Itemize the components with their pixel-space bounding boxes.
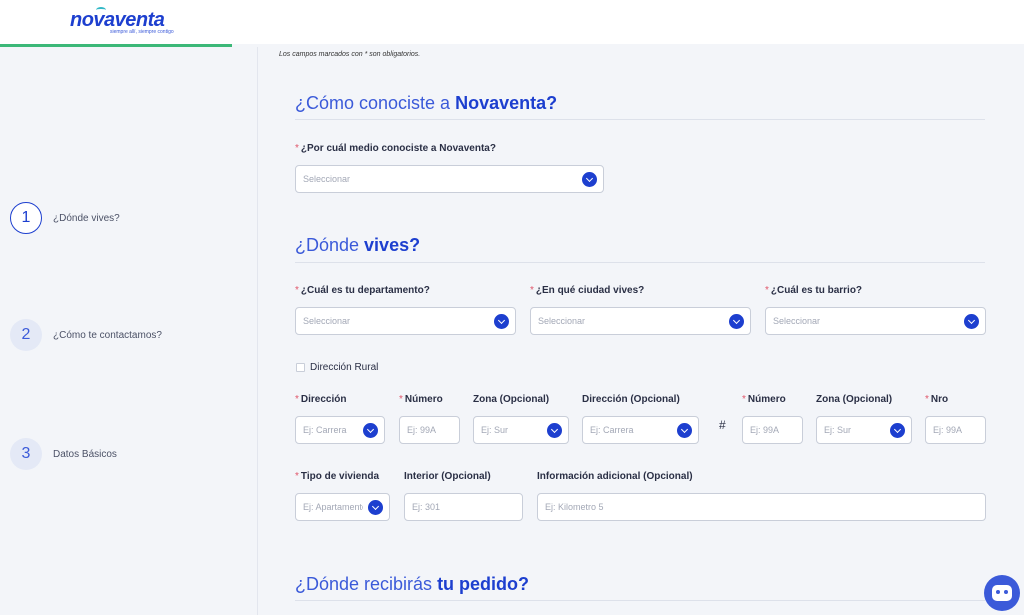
- section-title-receive: ¿Dónde recibirás tu pedido?: [295, 574, 529, 595]
- hash-separator: #: [719, 418, 726, 432]
- numero2-input[interactable]: Ej: 99A: [742, 416, 803, 444]
- select-placeholder: Seleccionar: [303, 174, 351, 184]
- rural-label: Dirección Rural: [310, 362, 379, 373]
- direccion-opcional-label: Dirección (Opcional): [582, 394, 680, 405]
- step-number: 1: [10, 202, 42, 234]
- departamento-select[interactable]: Seleccionar: [295, 307, 516, 335]
- required-note: Los campos marcados con * son obligatori…: [279, 51, 421, 58]
- section-title-bold: vives?: [364, 235, 421, 255]
- rural-checkbox[interactable]: [296, 363, 305, 372]
- select-placeholder: Ej: Apartamento: [303, 502, 363, 512]
- step-label: Datos Básicos: [53, 448, 117, 460]
- input-placeholder: Ej: 301: [412, 502, 441, 512]
- input-placeholder: Ej: 99A: [933, 425, 963, 435]
- chevron-down-icon: [368, 500, 383, 515]
- medio-select[interactable]: Seleccionar: [295, 165, 604, 193]
- robot-icon: [992, 585, 1012, 601]
- step-number: 3: [10, 438, 42, 470]
- direccion-opcional-select[interactable]: Ej: Carrera: [582, 416, 699, 444]
- chevron-down-icon: [729, 314, 744, 329]
- select-placeholder: Seleccionar: [538, 316, 586, 326]
- logo-tagline: siempre allí, siempre contigo: [110, 29, 174, 35]
- ciudad-label: * ¿En qué ciudad vives?: [530, 285, 645, 296]
- tipo-vivienda-label: * Tipo de vivienda: [295, 471, 380, 482]
- section-title-light: ¿Dónde: [295, 235, 365, 255]
- form-main: Los campos marcados con * son obligatori…: [259, 44, 1024, 615]
- barrio-select[interactable]: Seleccionar: [765, 307, 986, 335]
- chevron-down-icon: [363, 423, 378, 438]
- interior-input[interactable]: Ej: 301: [404, 493, 523, 521]
- medio-label: * ¿Por cuál medio conociste a Novaventa?: [295, 143, 496, 154]
- chevron-down-icon: [964, 314, 979, 329]
- direccion-label: * Dirección: [295, 394, 347, 405]
- chevron-down-icon: [677, 423, 692, 438]
- steps-sidebar: 1 ¿Dónde vives? 2 ¿Cómo te contactamos? …: [0, 47, 258, 615]
- select-placeholder: Seleccionar: [773, 316, 821, 326]
- zona-label: Zona (Opcional): [473, 394, 550, 405]
- step-number: 2: [10, 319, 42, 351]
- chevron-down-icon: [494, 314, 509, 329]
- section-divider: [295, 119, 985, 120]
- select-placeholder: Ej: Sur: [481, 425, 509, 435]
- top-header: novaventa siempre allí, siempre contigo: [0, 0, 1024, 44]
- direccion-select[interactable]: Ej: Carrera: [295, 416, 385, 444]
- numero-label: * Número: [399, 394, 443, 405]
- step-2[interactable]: 2 ¿Cómo te contactamos?: [10, 319, 162, 351]
- interior-label: Interior (Opcional): [404, 471, 491, 482]
- nro-label: * Nro: [925, 394, 949, 405]
- select-placeholder: Ej: Carrera: [303, 425, 347, 435]
- section-title-light: ¿Cómo conociste a: [295, 93, 456, 113]
- step-3[interactable]: 3 Datos Básicos: [10, 438, 117, 470]
- info-adicional-label: Información adicional (Opcional): [537, 471, 693, 482]
- chatbot-button[interactable]: [984, 575, 1020, 611]
- section-divider: [295, 600, 985, 601]
- chevron-down-icon: [582, 172, 597, 187]
- chevron-down-icon: [890, 423, 905, 438]
- barrio-label: * ¿Cuál es tu barrio?: [765, 285, 863, 296]
- departamento-label: * ¿Cuál es tu departamento?: [295, 285, 430, 296]
- nro-input[interactable]: Ej: 99A: [925, 416, 986, 444]
- section-title-bold: tu pedido?: [437, 574, 530, 594]
- select-placeholder: Ej: Carrera: [590, 425, 634, 435]
- section-title-bold: Novaventa?: [455, 93, 558, 113]
- novaventa-logo[interactable]: novaventa siempre allí, siempre contigo: [70, 7, 174, 35]
- input-placeholder: Ej: 99A: [407, 425, 437, 435]
- section-title-how-known: ¿Cómo conociste a Novaventa?: [295, 93, 557, 114]
- zona-select[interactable]: Ej: Sur: [473, 416, 569, 444]
- ciudad-select[interactable]: Seleccionar: [530, 307, 751, 335]
- select-placeholder: Seleccionar: [303, 316, 351, 326]
- zona2-label: Zona (Opcional): [816, 394, 893, 405]
- zona2-select[interactable]: Ej: Sur: [816, 416, 912, 444]
- info-adicional-input[interactable]: Ej: Kilometro 5: [537, 493, 986, 521]
- input-placeholder: Ej: 99A: [750, 425, 780, 435]
- numero2-label: * Número: [742, 394, 786, 405]
- input-placeholder: Ej: Kilometro 5: [545, 502, 604, 512]
- chevron-down-icon: [547, 423, 562, 438]
- section-title-where-live: ¿Dónde vives?: [295, 235, 420, 256]
- step-label: ¿Cómo te contactamos?: [53, 329, 162, 341]
- tipo-vivienda-select[interactable]: Ej: Apartamento: [295, 493, 390, 521]
- section-divider: [295, 262, 985, 263]
- step-1[interactable]: 1 ¿Dónde vives?: [10, 202, 120, 234]
- numero-input[interactable]: Ej: 99A: [399, 416, 460, 444]
- section-title-light: ¿Dónde recibirás: [295, 574, 438, 594]
- select-placeholder: Ej: Sur: [824, 425, 852, 435]
- step-label: ¿Dónde vives?: [53, 212, 120, 224]
